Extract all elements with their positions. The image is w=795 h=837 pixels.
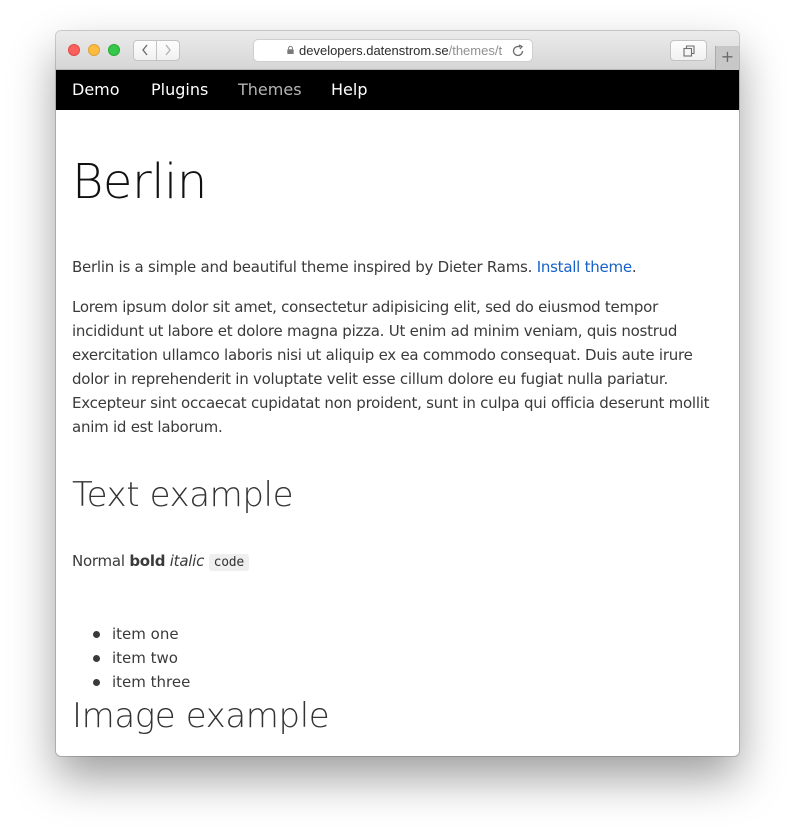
forward-button[interactable] [156, 40, 180, 61]
site-navigation: Demo Plugins Themes Help [56, 70, 739, 110]
nav-item-themes[interactable]: Themes [238, 80, 302, 100]
bullet-icon [93, 631, 100, 638]
tab-overview-icon [683, 45, 695, 57]
minimize-window-button[interactable] [88, 44, 100, 56]
normal-text: Normal [72, 552, 125, 570]
list-item: item one [72, 622, 190, 646]
url-path: /themes/t [448, 43, 503, 58]
list-item: item three [72, 670, 190, 694]
chevron-left-icon [142, 44, 148, 56]
address-bar[interactable]: developers.datenstrom.se/themes/t [253, 39, 533, 62]
lock-icon [287, 46, 294, 54]
new-tab-button[interactable]: + [715, 46, 739, 70]
zoom-window-button[interactable] [108, 44, 120, 56]
back-button[interactable] [133, 40, 157, 61]
close-window-button[interactable] [68, 44, 80, 56]
intro-end: . [631, 258, 637, 276]
list-item-text: item one [112, 625, 179, 643]
bullet-icon [93, 679, 100, 686]
tab-overview-button[interactable] [670, 40, 707, 61]
italic-text: italic [169, 552, 205, 570]
list-item-text: item three [112, 673, 191, 691]
list-item-text: item two [112, 649, 178, 667]
image-example-heading: Image example [72, 696, 330, 736]
url-text: developers.datenstrom.se/themes/t [299, 43, 505, 59]
intro-paragraph: Berlin is a simple and beautiful theme i… [72, 255, 712, 279]
reload-icon[interactable] [511, 44, 525, 58]
intro-text: Berlin is a simple and beautiful theme i… [72, 258, 533, 276]
chevron-right-icon [165, 44, 171, 56]
text-example-heading: Text example [72, 475, 294, 515]
browser-window: developers.datenstrom.se/themes/t + Demo… [56, 31, 739, 756]
item-list: item one item two item three [72, 622, 190, 694]
nav-item-demo[interactable]: Demo [72, 80, 120, 100]
url-host: developers.datenstrom.se [299, 43, 449, 58]
page-title: Berlin [72, 154, 207, 210]
bold-text: bold [129, 552, 166, 570]
text-sample-line: Normal bold italic code [72, 549, 712, 575]
list-item: item two [72, 646, 190, 670]
nav-item-help[interactable]: Help [331, 80, 367, 100]
nav-item-plugins[interactable]: Plugins [151, 80, 208, 100]
lorem-paragraph: Lorem ipsum dolor sit amet, consectetur … [72, 298, 710, 436]
bullet-icon [93, 655, 100, 662]
code-text: code [208, 554, 249, 571]
install-theme-link[interactable]: Install theme [537, 258, 632, 276]
browser-toolbar: developers.datenstrom.se/themes/t + [56, 31, 739, 70]
